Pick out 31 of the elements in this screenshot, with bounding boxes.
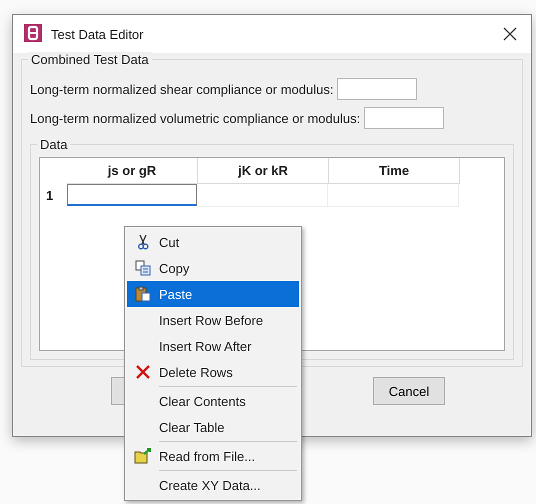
group-title: Combined Test Data [28, 52, 152, 67]
window-title: Test Data Editor [51, 26, 144, 42]
menu-item[interactable]: Paste [127, 281, 299, 307]
group-title: Data [37, 137, 70, 152]
column-header[interactable]: jK or kR [198, 158, 329, 184]
input-field[interactable] [364, 107, 444, 129]
menu-item[interactable]: Insert Row Before [127, 307, 299, 333]
row-number: 1 [45, 187, 54, 205]
menu-item[interactable]: Clear Contents [127, 388, 299, 414]
dialog-button[interactable]: Cancel [373, 377, 445, 405]
cell-editor[interactable] [67, 184, 197, 206]
input-field[interactable] [337, 78, 418, 100]
menu-item[interactable]: Read from File... [127, 443, 299, 469]
column-header[interactable]: js or gR [67, 158, 198, 184]
menu-item[interactable]: Insert Row After [127, 333, 299, 359]
menu-item[interactable]: Cut [127, 229, 299, 255]
clipboard-icon [135, 286, 151, 302]
table-cell[interactable] [197, 184, 328, 207]
menu-item[interactable]: Copy [127, 255, 299, 281]
cross-icon [135, 364, 151, 380]
close-icon [503, 27, 517, 41]
menu-item[interactable]: Create XY Data... [127, 472, 299, 498]
copy-icon [135, 260, 151, 276]
menu-item[interactable]: Clear Table [127, 414, 299, 440]
scissors-icon [135, 234, 151, 250]
column-header[interactable]: Time [329, 158, 460, 184]
field-label: Long-term normalized shear compliance or modulus: [30, 82, 334, 96]
field-label: Long-term normalized volumetric compliance or modulus: [30, 110, 360, 126]
folder-icon [134, 448, 152, 464]
menu-item[interactable]: Delete Rows [127, 359, 299, 385]
table-cell[interactable] [328, 184, 459, 207]
